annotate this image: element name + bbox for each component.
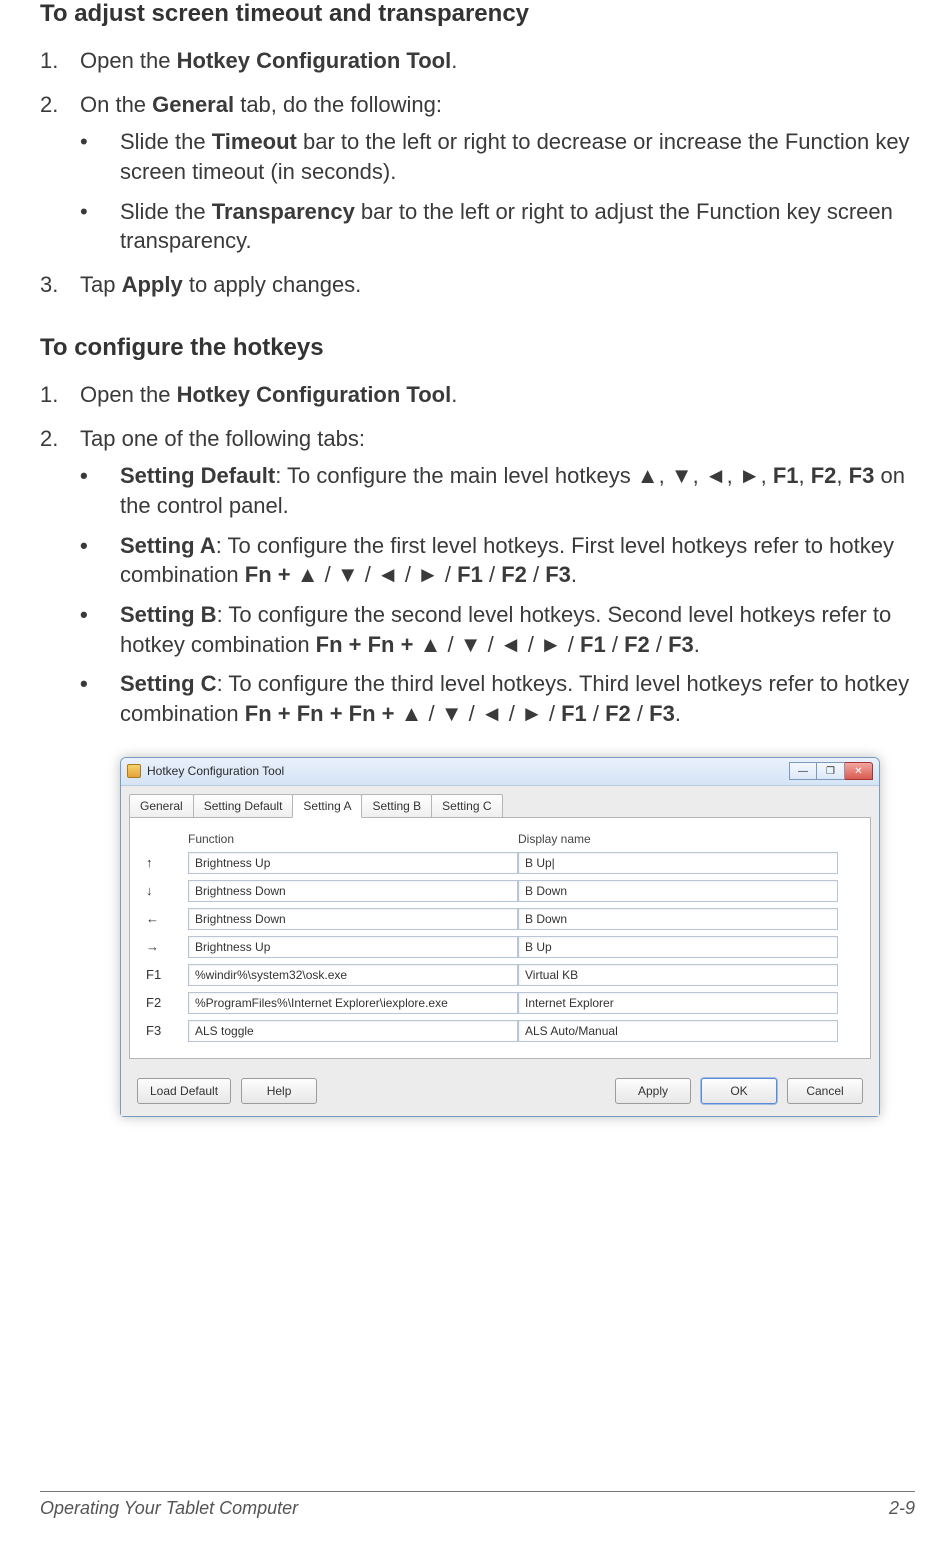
dialog-button-row: Load Default Help Apply OK Cancel <box>121 1068 879 1116</box>
display-name-field[interactable]: ALS Auto/Manual <box>518 1020 838 1042</box>
step-2: 2. On the General tab, do the following:… <box>80 90 915 256</box>
tab-general[interactable]: General <box>129 794 194 818</box>
sub-step-text: Slide the Timeout bar to the left or rig… <box>120 129 910 184</box>
bullet: • <box>80 461 88 491</box>
hotkey-row: → Brightness Up B Up <box>146 936 854 958</box>
step-number: 1. <box>40 380 58 410</box>
hotkey-row: ↑ Brightness Up B Up| <box>146 852 854 874</box>
close-button[interactable]: ✕ <box>845 762 873 780</box>
column-headers: Function Display name <box>146 832 854 846</box>
tab-setting-a[interactable]: Setting A <box>292 794 362 818</box>
step-text: Open the Hotkey Configuration Tool. <box>80 48 457 73</box>
bullet: • <box>80 127 88 157</box>
hotkey-row: F3 ALS toggle ALS Auto/Manual <box>146 1020 854 1042</box>
display-name-field[interactable]: Internet Explorer <box>518 992 838 1014</box>
key-label: F3 <box>146 1023 188 1038</box>
step-2: 2. Tap one of the following tabs: • Sett… <box>80 424 915 729</box>
display-name-field[interactable]: B Up| <box>518 852 838 874</box>
hotkey-row: F1 %windir%\system32\osk.exe Virtual KB <box>146 964 854 986</box>
function-field[interactable]: Brightness Down <box>188 880 518 902</box>
sub-step: • Setting B: To configure the second lev… <box>120 600 915 659</box>
display-name-field[interactable]: B Down <box>518 908 838 930</box>
sub-step: • Setting C: To configure the third leve… <box>120 669 915 728</box>
sub-step: • Slide the Transparency bar to the left… <box>120 197 915 256</box>
function-field[interactable]: Brightness Up <box>188 936 518 958</box>
hotkey-row: ↓ Brightness Down B Down <box>146 880 854 902</box>
bullet: • <box>80 600 88 630</box>
tab-setting-c[interactable]: Setting C <box>431 794 502 818</box>
window-titlebar[interactable]: Hotkey Configuration Tool — ❐ ✕ <box>121 758 879 786</box>
step-text: Open the Hotkey Configuration Tool. <box>80 382 457 407</box>
function-field[interactable]: Brightness Up <box>188 852 518 874</box>
header-function: Function <box>188 832 518 846</box>
function-field[interactable]: ALS toggle <box>188 1020 518 1042</box>
step-number: 1. <box>40 46 58 76</box>
step-number: 3. <box>40 270 58 300</box>
display-name-field[interactable]: B Up <box>518 936 838 958</box>
display-name-field[interactable]: B Down <box>518 880 838 902</box>
step-3: 3. Tap Apply to apply changes. <box>80 270 915 300</box>
section-title: To adjust screen timeout and transparenc… <box>40 0 915 28</box>
sub-step-text: Setting B: To configure the second level… <box>120 602 891 657</box>
step-number: 2. <box>40 424 58 454</box>
display-name-field[interactable]: Virtual KB <box>518 964 838 986</box>
step-text: Tap one of the following tabs: <box>80 426 365 451</box>
function-field[interactable]: %windir%\system32\osk.exe <box>188 964 518 986</box>
tab-strip: General Setting Default Setting A Settin… <box>121 786 879 818</box>
app-icon <box>127 764 141 778</box>
page-footer: Operating Your Tablet Computer 2-9 <box>40 1491 915 1519</box>
key-label: F1 <box>146 967 188 982</box>
section-timeout-transparency: To adjust screen timeout and transparenc… <box>40 0 915 300</box>
apply-button[interactable]: Apply <box>615 1078 691 1104</box>
sub-step: • Setting A: To configure the first leve… <box>120 531 915 590</box>
header-display-name: Display name <box>518 832 838 846</box>
bullet: • <box>80 669 88 699</box>
section-configure-hotkeys: To configure the hotkeys 1. Open the Hot… <box>40 334 915 729</box>
minimize-button[interactable]: — <box>789 762 817 780</box>
maximize-button[interactable]: ❐ <box>817 762 845 780</box>
window-controls: — ❐ ✕ <box>789 762 873 780</box>
steps-list: 1. Open the Hotkey Configuration Tool. 2… <box>40 380 915 729</box>
sub-step: • Slide the Timeout bar to the left or r… <box>120 127 915 186</box>
key-label: ↓ <box>146 883 188 898</box>
help-button[interactable]: Help <box>241 1078 317 1104</box>
sub-steps: • Setting Default: To configure the main… <box>80 461 915 729</box>
bullet: • <box>80 531 88 561</box>
tab-setting-b[interactable]: Setting B <box>361 794 432 818</box>
hotkey-row: F2 %ProgramFiles%\Internet Explorer\iexp… <box>146 992 854 1014</box>
key-label: → <box>146 939 188 954</box>
footer-left: Operating Your Tablet Computer <box>40 1498 298 1519</box>
load-default-button[interactable]: Load Default <box>137 1078 231 1104</box>
footer-page-number: 2-9 <box>889 1498 915 1519</box>
sub-steps: • Slide the Timeout bar to the left or r… <box>80 127 915 256</box>
function-field[interactable]: Brightness Down <box>188 908 518 930</box>
step-1: 1. Open the Hotkey Configuration Tool. <box>80 46 915 76</box>
key-label: F2 <box>146 995 188 1010</box>
sub-step: • Setting Default: To configure the main… <box>120 461 915 520</box>
key-label: ← <box>146 911 188 926</box>
sub-step-text: Setting Default: To configure the main l… <box>120 463 905 518</box>
section-title: To configure the hotkeys <box>40 334 915 362</box>
step-1: 1. Open the Hotkey Configuration Tool. <box>80 380 915 410</box>
function-field[interactable]: %ProgramFiles%\Internet Explorer\iexplor… <box>188 992 518 1014</box>
step-text: On the General tab, do the following: <box>80 92 442 117</box>
sub-step-text: Setting A: To configure the first level … <box>120 533 894 588</box>
hotkey-row: ← Brightness Down B Down <box>146 908 854 930</box>
cancel-button[interactable]: Cancel <box>787 1078 863 1104</box>
sub-step-text: Slide the Transparency bar to the left o… <box>120 199 893 254</box>
key-label: ↑ <box>146 855 188 870</box>
tab-panel: Function Display name ↑ Brightness Up B … <box>129 817 871 1059</box>
steps-list: 1. Open the Hotkey Configuration Tool. 2… <box>40 46 915 300</box>
bullet: • <box>80 197 88 227</box>
step-number: 2. <box>40 90 58 120</box>
sub-step-text: Setting C: To configure the third level … <box>120 671 909 726</box>
hotkey-config-window: Hotkey Configuration Tool — ❐ ✕ General … <box>120 757 880 1117</box>
step-text: Tap Apply to apply changes. <box>80 272 361 297</box>
window-title: Hotkey Configuration Tool <box>147 764 789 778</box>
tab-setting-default[interactable]: Setting Default <box>193 794 294 818</box>
ok-button[interactable]: OK <box>701 1078 777 1104</box>
